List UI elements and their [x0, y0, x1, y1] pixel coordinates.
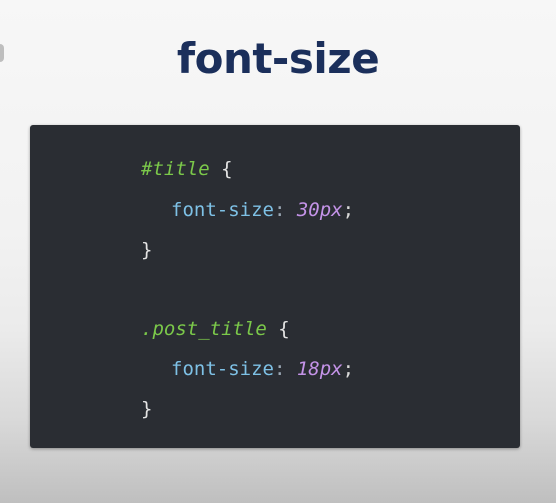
code-line-rule2-close: }	[141, 394, 152, 424]
colon: :	[273, 199, 297, 221]
colon: :	[273, 358, 297, 380]
css-selector-title: #title	[141, 158, 210, 180]
css-selector-post-title: .post_title	[141, 318, 267, 340]
css-property: font-size	[171, 358, 274, 380]
close-brace: }	[141, 398, 153, 420]
css-value: 18px	[296, 358, 343, 380]
css-value: 30px	[296, 199, 343, 221]
code-line-rule1-open: #title {	[141, 154, 233, 184]
close-brace: }	[141, 239, 153, 261]
css-property: font-size	[171, 199, 274, 221]
semicolon: ;	[342, 199, 355, 221]
open-brace: {	[209, 158, 233, 180]
code-line-rule1-close: }	[141, 235, 152, 265]
code-line-rule1-declaration: font-size: 30px;	[171, 195, 354, 225]
code-line-rule2-open: .post_title {	[141, 314, 290, 344]
code-line-rule2-declaration: font-size: 18px;	[171, 354, 354, 384]
slide-title: font-size	[176, 34, 380, 83]
open-brace: {	[266, 318, 290, 340]
semicolon: ;	[342, 358, 355, 380]
code-panel: #title { font-size: 30px; } .post_title …	[30, 125, 520, 448]
